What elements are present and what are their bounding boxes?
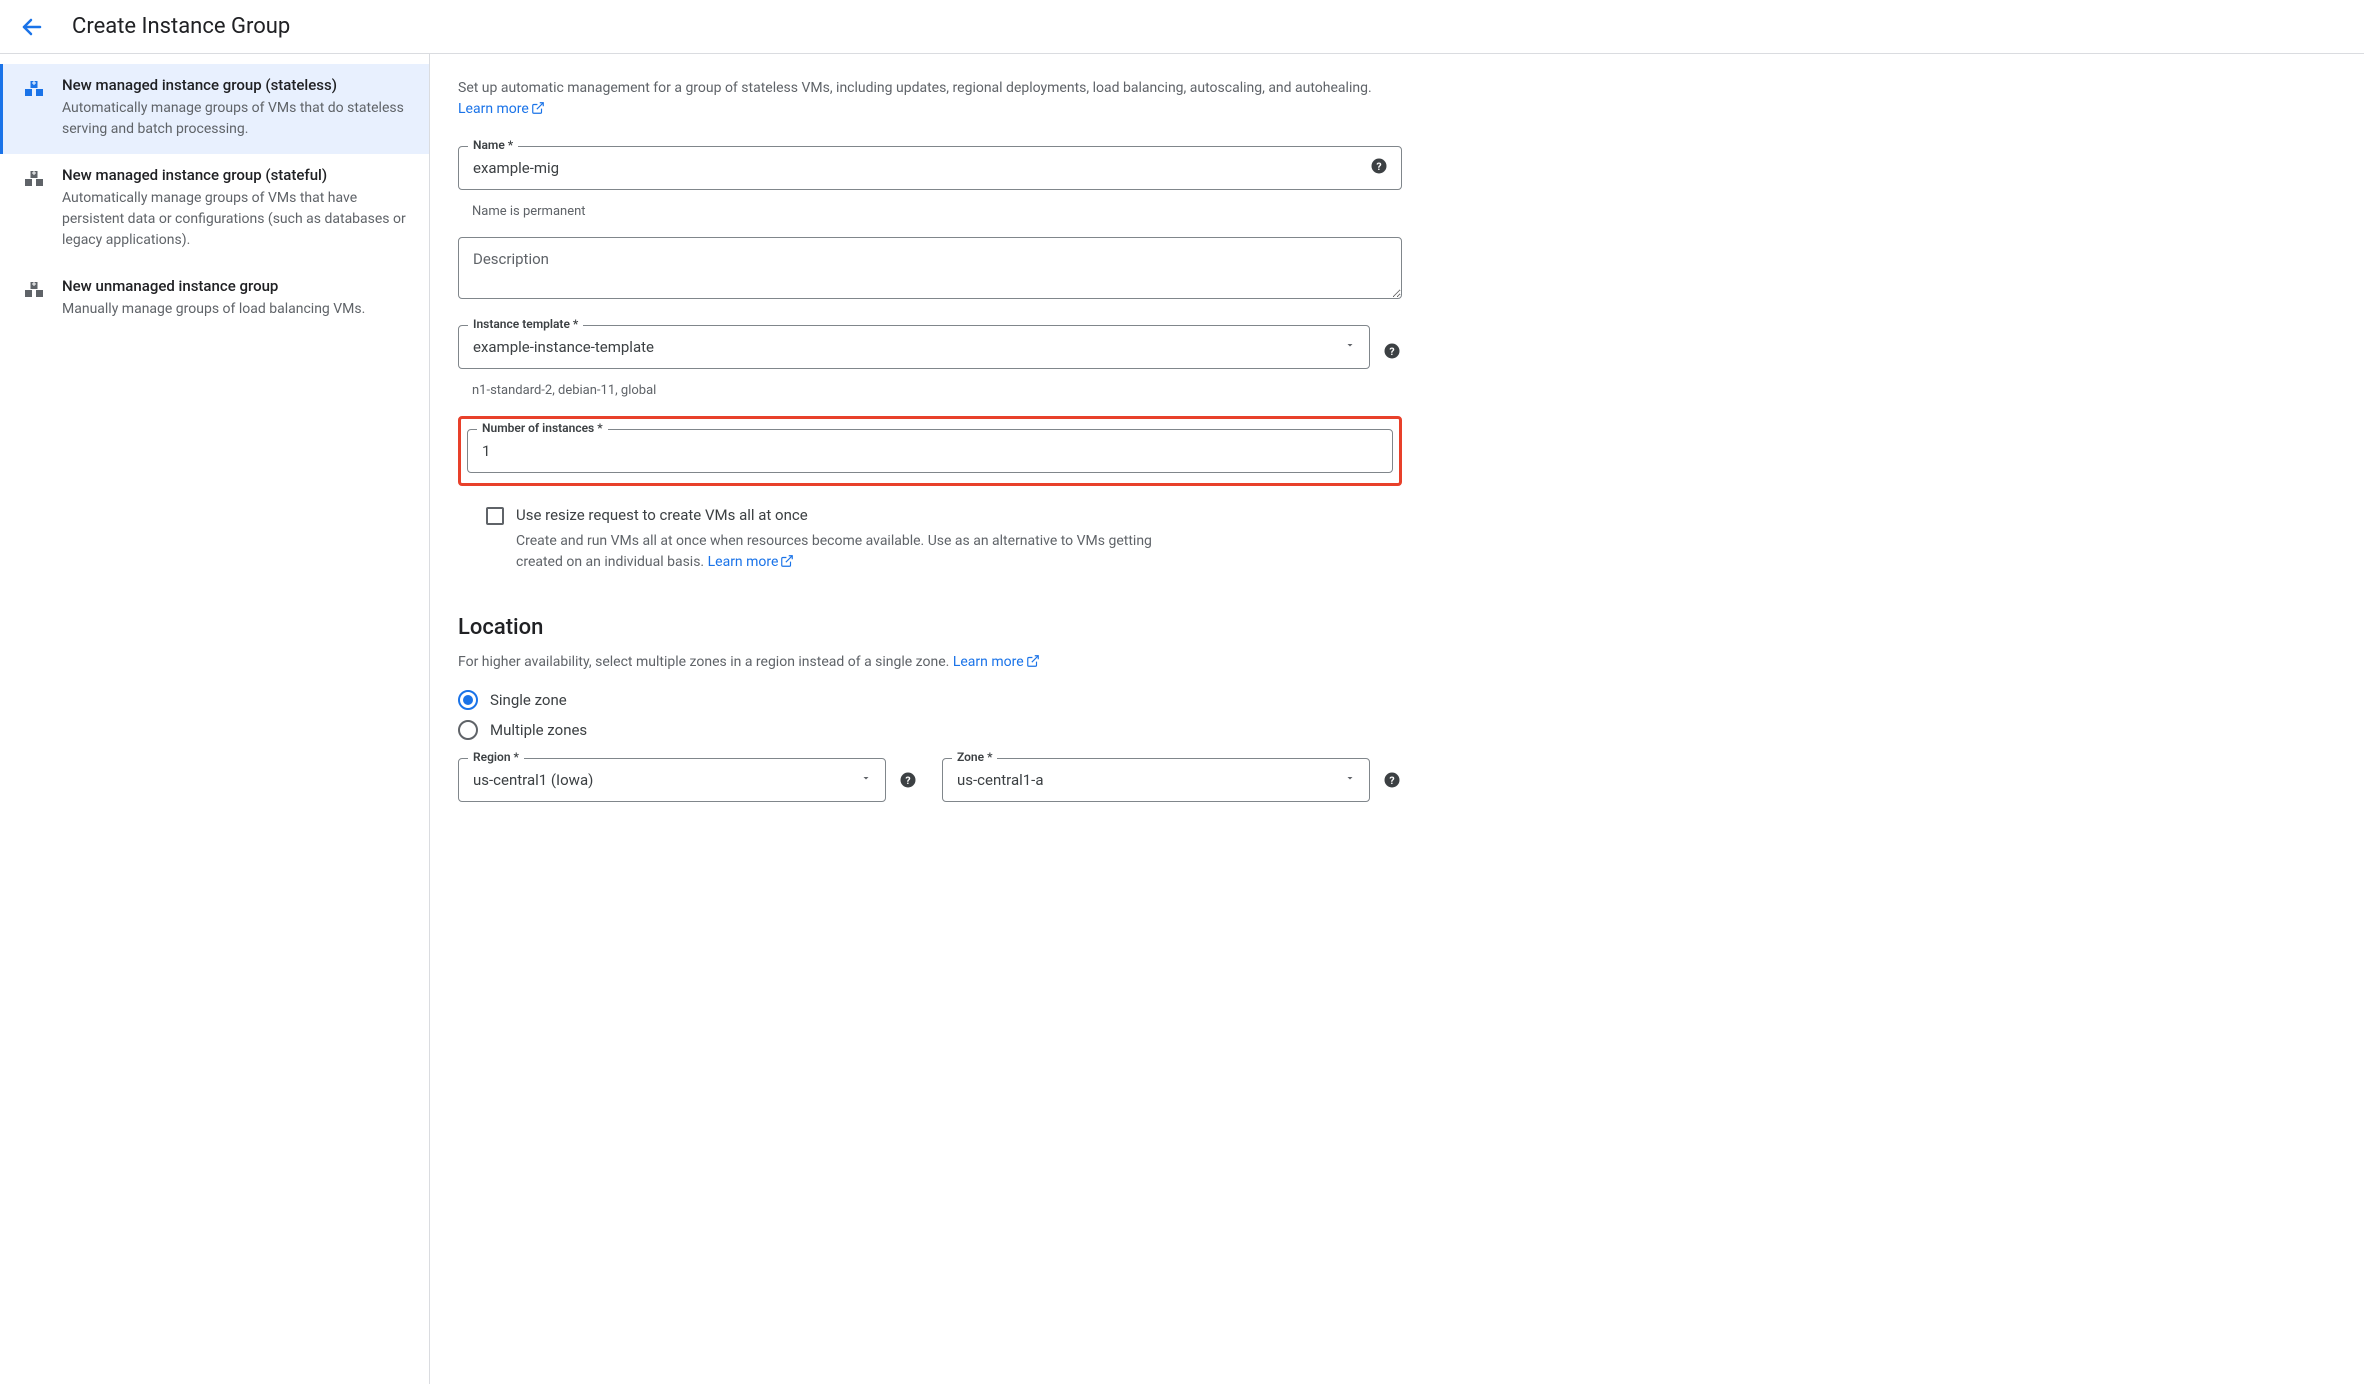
name-label: Name *	[468, 138, 518, 152]
instance-group-icon	[20, 279, 48, 307]
sidebar-item-title: New unmanaged instance group	[62, 277, 413, 295]
help-icon[interactable]: ?	[1370, 157, 1388, 179]
intro-text: Set up automatic management for a group …	[458, 78, 1402, 122]
external-link-icon	[531, 101, 545, 122]
page-title: Create Instance Group	[72, 14, 290, 39]
resize-request-desc: Create and run VMs all at once when reso…	[516, 531, 1166, 575]
help-icon[interactable]: ?	[1382, 770, 1402, 790]
radio-multiple-zones[interactable]: Multiple zones	[458, 720, 1402, 740]
page-header: Create Instance Group	[0, 0, 2364, 54]
resize-request-checkbox[interactable]	[486, 507, 504, 525]
num-instances-label: Number of instances *	[477, 421, 608, 435]
name-input[interactable]	[458, 146, 1402, 190]
external-link-icon	[1026, 654, 1040, 672]
zone-select[interactable]	[942, 758, 1370, 802]
sidebar-item-unmanaged[interactable]: New unmanaged instance group Manually ma…	[0, 265, 429, 334]
sidebar-item-stateless[interactable]: New managed instance group (stateless) A…	[0, 64, 429, 154]
description-input[interactable]	[458, 237, 1402, 299]
instance-group-icon	[20, 78, 48, 106]
num-instances-input[interactable]	[467, 429, 1393, 473]
external-link-icon	[780, 554, 794, 575]
svg-text:?: ?	[905, 774, 910, 787]
main-content: Set up automatic management for a group …	[430, 54, 1430, 1384]
svg-text:?: ?	[1376, 160, 1381, 173]
region-label: Region *	[468, 750, 524, 764]
svg-text:?: ?	[1389, 345, 1394, 358]
region-select[interactable]	[458, 758, 886, 802]
help-icon[interactable]: ?	[898, 770, 918, 790]
sidebar-item-desc: Automatically manage groups of VMs that …	[62, 188, 413, 251]
back-arrow-icon[interactable]	[20, 15, 44, 39]
svg-text:?: ?	[1389, 774, 1394, 787]
radio-icon	[458, 690, 478, 710]
radio-icon	[458, 720, 478, 740]
sidebar-item-title: New managed instance group (stateless)	[62, 76, 413, 94]
resize-request-label: Use resize request to create VMs all at …	[516, 506, 808, 524]
location-desc: For higher availability, select multiple…	[458, 654, 1402, 672]
template-helper: n1-standard-2, debian-11, global	[472, 383, 1402, 398]
learn-more-link[interactable]: Learn more	[458, 101, 545, 117]
location-heading: Location	[458, 615, 1402, 640]
template-select[interactable]	[458, 325, 1370, 369]
learn-more-link[interactable]: Learn more	[708, 554, 795, 570]
sidebar-item-title: New managed instance group (stateful)	[62, 166, 413, 184]
radio-single-zone[interactable]: Single zone	[458, 690, 1402, 710]
sidebar: New managed instance group (stateless) A…	[0, 54, 430, 1384]
sidebar-item-stateful[interactable]: New managed instance group (stateful) Au…	[0, 154, 429, 265]
name-helper: Name is permanent	[472, 204, 1402, 219]
highlighted-section: Number of instances *	[458, 416, 1402, 486]
help-icon[interactable]: ?	[1382, 341, 1402, 361]
sidebar-item-desc: Manually manage groups of load balancing…	[62, 299, 413, 320]
sidebar-item-desc: Automatically manage groups of VMs that …	[62, 98, 413, 140]
instance-group-icon	[20, 168, 48, 196]
zone-label: Zone *	[952, 750, 997, 764]
template-label: Instance template *	[468, 317, 583, 331]
learn-more-link[interactable]: Learn more	[953, 654, 1040, 670]
